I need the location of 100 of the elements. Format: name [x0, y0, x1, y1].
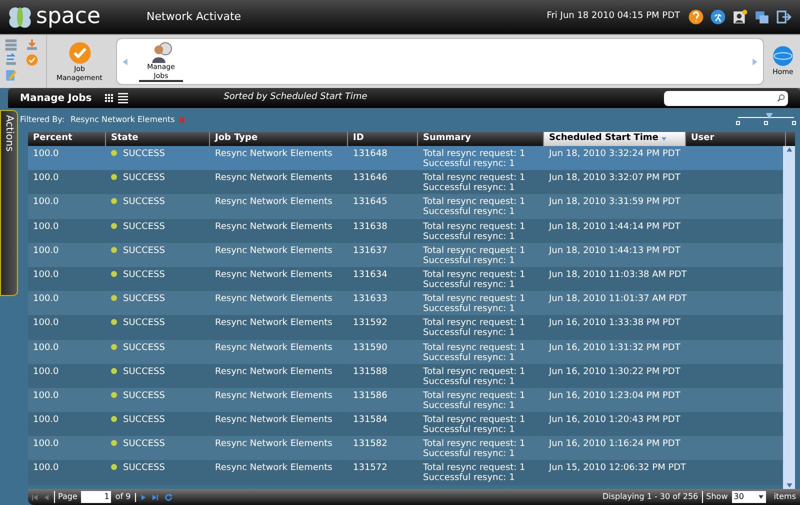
- status-dot-icon: [111, 440, 117, 446]
- table-cell: SUCCESS: [123, 366, 165, 377]
- globe-icon: [772, 45, 794, 68]
- summary-line: Total resync request: 1: [423, 222, 526, 232]
- table-cell: 100.0: [33, 246, 59, 256]
- table-cell: 131634: [353, 270, 388, 280]
- summary-line: Total resync request: 1: [423, 342, 526, 352]
- actions-tab[interactable]: Actions: [0, 110, 18, 296]
- table-row[interactable]: 100.0 SUCCESS Resync Network Elements 131634 Total resync request: 1 Successful resync: 1 Jun 18, 2010 11:03:38 AM PDT: [28, 266, 783, 292]
- table-row[interactable]: 100.0 SUCCESS Resync Network Elements 131582 Total resync request: 1 Successful resync: 1 Jun 16, 2010 1:16:24 PM PDT: [28, 436, 783, 460]
- table-cell: SUCCESS: [123, 149, 165, 159]
- summary-line: Total resync request: 1: [423, 463, 526, 474]
- table-row[interactable]: 100.0 SUCCESS Resync Network Elements 131637 Total resync request: 1 Successful resync: 1 Jun 18, 2010 1:44:13 PM PDT: [28, 242, 783, 267]
- table-cell: 131646: [353, 173, 388, 184]
- refresh-icon[interactable]: [164, 492, 173, 502]
- first-page-icon[interactable]: [32, 494, 39, 500]
- items-label: items: [774, 491, 796, 503]
- table-cell: 131582: [353, 439, 388, 450]
- summary-line: Successful resync: 1: [423, 280, 516, 290]
- table-cell: Resync Network Elements: [215, 318, 332, 328]
- table-cell: Jun 18, 2010 3:32:24 PM PDT: [549, 149, 680, 159]
- summary-line: Total resync request: 1: [423, 415, 526, 426]
- table-cell: 100.0: [33, 463, 59, 474]
- page-field[interactable]: 1: [81, 491, 112, 503]
- summary-line: Total resync request: 1: [423, 390, 526, 401]
- summary-line: Total resync request: 1: [423, 318, 526, 328]
- status-dot-icon: [111, 198, 117, 204]
- table-cell: SUCCESS: [123, 439, 165, 450]
- table-cell: 131586: [353, 390, 388, 401]
- summary-line: Successful resync: 1: [423, 183, 516, 194]
- status-dot-icon: [111, 270, 117, 277]
- search-icon[interactable]: [777, 94, 785, 102]
- table-cell: 100.0: [33, 342, 59, 352]
- page-label: Page: [54, 491, 78, 503]
- table-row[interactable]: 100.0 SUCCESS Resync Network Elements 131633 Total resync request: 1 Successful resync: 1 Jun 18, 2010 11:01:37 AM PDT: [28, 291, 783, 316]
- checkmark-icon[interactable]: [24, 53, 40, 67]
- zoom-slider[interactable]: [738, 113, 794, 127]
- table-cell: Resync Network Elements: [215, 366, 332, 377]
- summary-line: Successful resync: 1: [423, 352, 515, 362]
- table-row[interactable]: 100.0 SUCCESS Resync Network Elements 131572 Total resync request: 1 Successful resync: 1 Jun 15, 2010 12:06:32 PM PDT: [28, 460, 783, 485]
- table-row[interactable]: 100.0 SUCCESS Resync Network Elements 131590 Total resync request: 1 Successful resync: 1 Jun 16, 2010 1:31:32 PM PDT: [28, 340, 783, 364]
- date-time: Fri Jun 18 2010 04:15 PM PDT: [546, 10, 680, 24]
- running-person-icon[interactable]: [710, 9, 726, 25]
- table-cell: 131590: [353, 342, 388, 352]
- summary-line: Successful resync: 1: [423, 232, 515, 242]
- table-row[interactable]: 100.0 SUCCESS Resync Network Elements 131645 Total resync request: 1 Successful resync: 1 Jun 18, 2010 3:31:59 PM PDT: [28, 194, 783, 219]
- table-cell: 131633: [353, 294, 388, 304]
- sort-arrow-icon[interactable]: [661, 136, 668, 142]
- summary-line: Successful resync: 1: [423, 304, 516, 314]
- table-row[interactable]: 100.0 SUCCESS Resync Network Elements 131648 Total resync request: 1 Successful resync: 1 Jun 18, 2010 3:32:24 PM PDT: [28, 146, 783, 170]
- table-cell: 131637: [353, 246, 388, 256]
- table-cell: 100.0: [33, 197, 59, 208]
- grid-view-icon[interactable]: [104, 93, 114, 103]
- table-cell: SUCCESS: [123, 415, 165, 426]
- table-row[interactable]: 100.0 SUCCESS Resync Network Elements 131592 Total resync request: 1 Successful resync: 1 Jun 16, 2010 1:33:38 PM PDT: [28, 315, 783, 340]
- table-cell: 100.0: [33, 439, 59, 450]
- search-field[interactable]: [664, 90, 788, 106]
- table-cell: 131584: [353, 415, 388, 426]
- table-cell: 100.0: [33, 270, 59, 280]
- help-icon[interactable]: [688, 9, 704, 25]
- column-header[interactable]: Scheduled Start Time: [544, 132, 686, 146]
- last-page-icon[interactable]: [150, 494, 158, 500]
- table-row[interactable]: 100.0 SUCCESS Resync Network Elements 131586 Total resync request: 1 Successful resync: 1 Jun 16, 2010 1:23:04 PM PDT: [28, 388, 783, 412]
- table-cell: Resync Network Elements: [215, 342, 332, 352]
- status-dot-icon: [111, 319, 117, 326]
- table-row[interactable]: 100.0 SUCCESS Resync Network Elements 131638 Total resync request: 1 Successful resync: 1 Jun 18, 2010 1:44:14 PM PDT: [28, 218, 783, 243]
- table-cell: Jun 16, 2010 1:23:04 PM PDT: [549, 390, 680, 401]
- summary-line: Total resync request: 1: [423, 197, 526, 208]
- previous-page-icon[interactable]: [43, 494, 50, 500]
- display-count: Displaying 1 - 30 of 256: [602, 491, 698, 503]
- table-cell: Jun 18, 2010 11:01:37 AM PDT: [549, 294, 687, 304]
- summary-line: Successful resync: 1: [423, 159, 516, 169]
- table-cell: 131592: [353, 318, 388, 328]
- table-cell: Jun 18, 2010 1:44:14 PM PDT: [549, 222, 680, 232]
- show-label: Show: [702, 491, 728, 503]
- status-dot-icon: [111, 344, 117, 350]
- table-cell: Resync Network Elements: [215, 149, 332, 159]
- transfer-icon[interactable]: [3, 53, 19, 67]
- table-cell: Jun 18, 2010 3:32:07 PM PDT: [549, 173, 680, 184]
- list-view-icon[interactable]: [118, 92, 128, 104]
- table-cell: SUCCESS: [123, 390, 165, 401]
- windows-icon[interactable]: [754, 9, 770, 25]
- next-page-icon[interactable]: [140, 494, 147, 500]
- table-row[interactable]: 100.0 SUCCESS Resync Network Elements 131646 Total resync request: 1 Successful resync: 1 Jun 18, 2010 3:32:07 PM PDT: [28, 170, 783, 194]
- table-cell: 100.0: [33, 173, 59, 184]
- table-cell: Jun 16, 2010 1:20:43 PM PDT: [549, 415, 680, 426]
- table-cell: Resync Network Elements: [215, 463, 332, 474]
- page-size-select[interactable]: 30: [732, 491, 766, 503]
- table-cell: 131588: [353, 366, 388, 377]
- table-cell: Resync Network Elements: [215, 246, 332, 256]
- table-cell: Resync Network Elements: [215, 197, 332, 208]
- status-dot-icon: [111, 246, 117, 253]
- table-cell: 100.0: [33, 415, 59, 426]
- table-cell: SUCCESS: [123, 222, 165, 232]
- logout-icon[interactable]: [776, 9, 792, 25]
- table-row[interactable]: 100.0 SUCCESS Resync Network Elements 131584 Total resync request: 1 Successful resync: 1 Jun 16, 2010 1:20:43 PM PDT: [28, 412, 783, 436]
- vertical-scrollbar[interactable]: [783, 146, 795, 489]
- table-row[interactable]: 100.0 SUCCESS Resync Network Elements 131588 Total resync request: 1 Successful resync: 1 Jun 16, 2010 1:30:22 PM PDT: [28, 364, 783, 388]
- table-cell: Jun 16, 2010 1:33:38 PM PDT: [549, 318, 680, 328]
- dropdown-caret-icon[interactable]: [758, 494, 764, 500]
